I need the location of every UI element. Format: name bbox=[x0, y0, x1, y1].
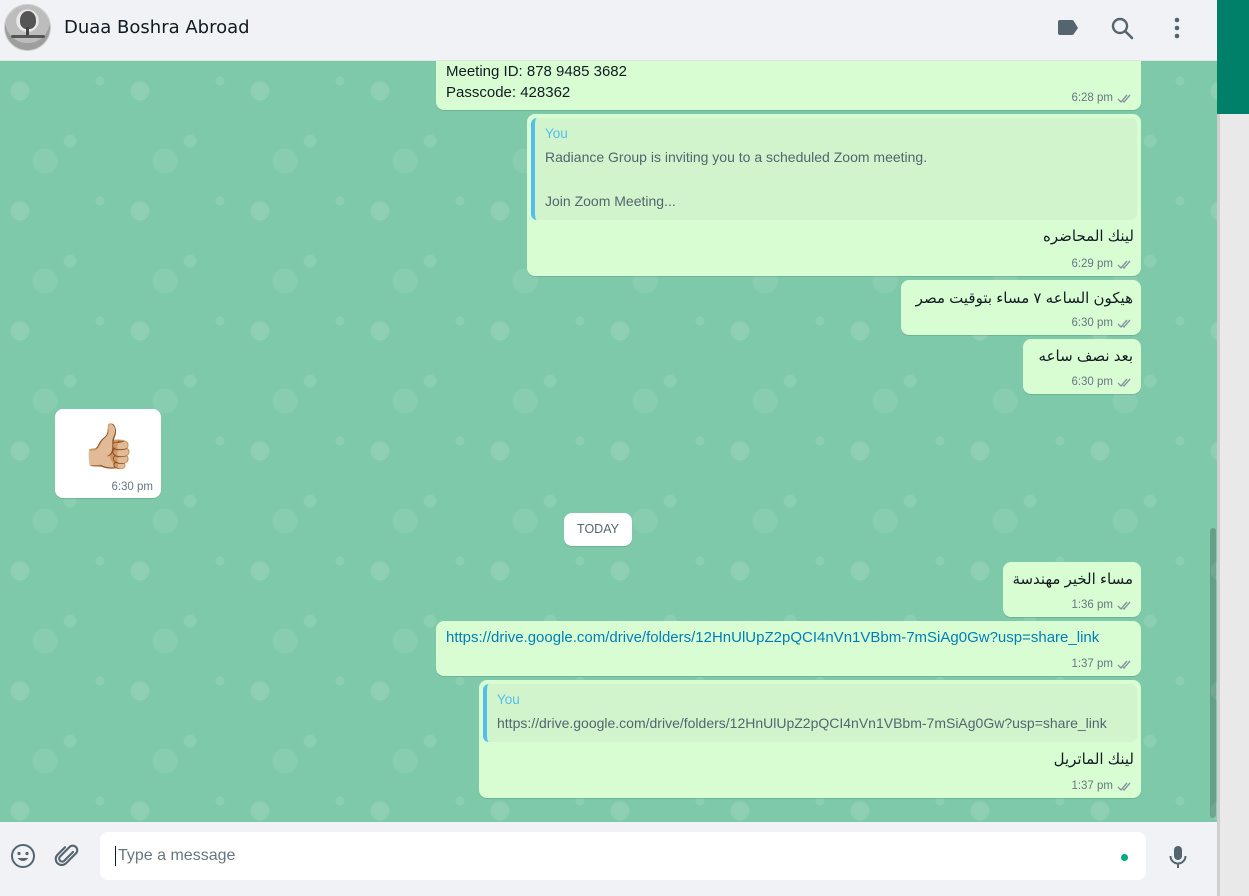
message-text: لينك الماتريل bbox=[1053, 751, 1134, 768]
scrollbar[interactable] bbox=[1210, 528, 1216, 818]
emoji-icon[interactable] bbox=[9, 842, 37, 870]
message-meta: 6:28 pm bbox=[1071, 92, 1133, 104]
message-time: 1:37 pm bbox=[1071, 780, 1113, 792]
message-time: 6:30 pm bbox=[1071, 376, 1113, 388]
double-check-icon bbox=[1117, 260, 1131, 269]
double-check-icon bbox=[1117, 319, 1131, 328]
chat-header: Duaa Boshra Abroad bbox=[0, 0, 1217, 61]
message-bubble-incoming[interactable]: 👍🏼 6:30 pm bbox=[55, 409, 161, 498]
message-meta: 6:29 pm bbox=[1071, 258, 1133, 270]
quote-author: You bbox=[497, 692, 520, 707]
brand-bar bbox=[1217, 0, 1249, 114]
message-text: مساء الخير مهندسة bbox=[1012, 571, 1133, 588]
message-time: 6:28 pm bbox=[1071, 92, 1113, 104]
message-meta: 1:36 pm bbox=[1071, 599, 1133, 611]
label-icon[interactable] bbox=[1055, 15, 1081, 41]
message-text: Passcode: 428362 bbox=[446, 84, 571, 101]
double-check-icon bbox=[1117, 378, 1131, 387]
message-text: هيكون الساعه ٧ مساء بتوقيت مصر bbox=[915, 290, 1133, 307]
message-bubble[interactable]: https://drive.google.com/drive/folders/1… bbox=[436, 621, 1141, 676]
status-dot bbox=[1121, 854, 1128, 861]
quote-text: Join Zoom Meeting... bbox=[545, 193, 676, 209]
message-time: 1:36 pm bbox=[1071, 599, 1113, 611]
message-time: 6:30 pm bbox=[111, 481, 153, 493]
double-check-icon bbox=[1117, 660, 1131, 669]
double-check-icon bbox=[1117, 782, 1131, 791]
quote-text: Radiance Group is inviting you to a sche… bbox=[545, 149, 928, 165]
quoted-message[interactable]: You https://drive.google.com/drive/folde… bbox=[483, 684, 1137, 742]
quote-author: You bbox=[545, 126, 568, 141]
message-text: بعد نصف ساعه bbox=[1038, 348, 1133, 365]
message-time: 1:37 pm bbox=[1071, 658, 1113, 670]
message-meta: 6:30 pm bbox=[1071, 317, 1133, 329]
search-icon[interactable] bbox=[1109, 15, 1135, 41]
mic-icon[interactable] bbox=[1164, 843, 1192, 871]
message-bubble[interactable]: You Radiance Group is inviting you to a … bbox=[527, 114, 1141, 276]
message-meta: 6:30 pm bbox=[111, 481, 153, 493]
double-check-icon bbox=[1117, 94, 1131, 103]
message-text: Meeting ID: 878 9485 3682 bbox=[446, 63, 627, 80]
compose-bar bbox=[0, 822, 1217, 896]
side-panel bbox=[1217, 0, 1249, 896]
attach-icon[interactable] bbox=[53, 842, 81, 870]
quote-text: https://drive.google.com/drive/folders/1… bbox=[497, 715, 1107, 731]
message-meta: 1:37 pm bbox=[1071, 658, 1133, 670]
message-text: لينك المحاضره bbox=[1043, 228, 1134, 245]
quoted-message[interactable]: You Radiance Group is inviting you to a … bbox=[531, 118, 1137, 220]
contact-name[interactable]: Duaa Boshra Abroad bbox=[64, 17, 250, 38]
menu-icon[interactable] bbox=[1164, 15, 1190, 41]
message-input[interactable] bbox=[100, 832, 1146, 880]
double-check-icon bbox=[1117, 601, 1131, 610]
message-list[interactable]: Meeting ID: 878 9485 3682 Passcode: 4283… bbox=[0, 61, 1217, 822]
thumbs-up-emoji: 👍🏼 bbox=[81, 422, 136, 471]
message-time: 6:30 pm bbox=[1071, 317, 1113, 329]
message-bubble[interactable]: مساء الخير مهندسة 1:36 pm bbox=[1003, 562, 1141, 617]
contact-avatar[interactable] bbox=[4, 4, 51, 51]
message-bubble[interactable]: بعد نصف ساعه 6:30 pm bbox=[1023, 339, 1141, 394]
message-meta: 6:30 pm bbox=[1071, 376, 1133, 388]
divider bbox=[1217, 114, 1220, 896]
message-bubble[interactable]: هيكون الساعه ٧ مساء بتوقيت مصر 6:30 pm bbox=[901, 280, 1141, 335]
message-bubble[interactable]: Meeting ID: 878 9485 3682 Passcode: 4283… bbox=[436, 61, 1141, 110]
message-time: 6:29 pm bbox=[1071, 258, 1113, 270]
message-bubble[interactable]: You https://drive.google.com/drive/folde… bbox=[479, 680, 1141, 798]
message-meta: 1:37 pm bbox=[1071, 780, 1133, 792]
day-divider: TODAY bbox=[564, 513, 632, 546]
text-caret bbox=[115, 846, 116, 866]
message-link[interactable]: https://drive.google.com/drive/folders/1… bbox=[446, 629, 1099, 646]
